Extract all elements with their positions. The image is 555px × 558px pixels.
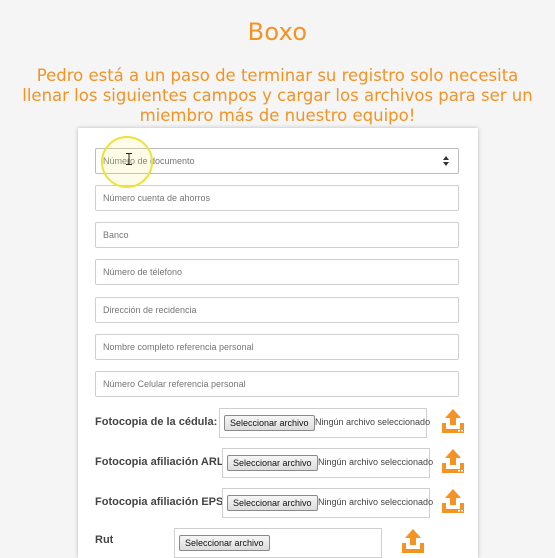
address-field[interactable]: Dirección de recidencia xyxy=(95,297,459,323)
reference-name-placeholder: Nombre completo referencia personal xyxy=(103,342,254,352)
upload-label-eps: Fotocopia afiliación EPS: xyxy=(95,496,228,508)
upload-icon[interactable] xyxy=(440,408,466,434)
file-input-rut[interactable]: Seleccionar archivo xyxy=(174,528,382,558)
select-arrows-icon xyxy=(443,156,449,166)
upload-row-eps: Fotocopia afiliación EPS: Seleccionar ar… xyxy=(95,488,465,518)
file-status-arl: Ningún archivo seleccionado xyxy=(318,457,434,467)
page-subtitle: Pedro está a un paso de terminar su regi… xyxy=(22,66,533,125)
reference-name-field[interactable]: Nombre completo referencia personal xyxy=(95,334,459,360)
select-file-button-arl[interactable]: Seleccionar archivo xyxy=(227,455,318,471)
upload-label-arl: Fotocopia afiliación ARL: xyxy=(95,456,228,468)
upload-icon[interactable] xyxy=(440,488,466,514)
savings-account-placeholder: Número cuenta de ahorros xyxy=(103,193,211,203)
phone-field[interactable]: Número de télefono xyxy=(95,259,459,285)
file-input-cedula[interactable]: Seleccionar archivo Ningún archivo selec… xyxy=(219,408,431,438)
select-file-button-cedula[interactable]: Seleccionar archivo xyxy=(224,415,315,431)
upload-row-rut: Rut Seleccionar archivo xyxy=(95,528,465,558)
upload-label-cedula: Fotocopia de la cédula: xyxy=(95,416,218,428)
savings-account-field[interactable]: Número cuenta de ahorros xyxy=(95,185,459,211)
page-title: Boxo xyxy=(247,18,308,46)
phone-placeholder: Número de télefono xyxy=(103,267,183,277)
reference-phone-placeholder: Número Celular referencia personal xyxy=(103,379,246,389)
upload-row-cedula: Fotocopia de la cédula: Seleccionar arch… xyxy=(95,408,465,438)
bank-field[interactable]: Banco xyxy=(95,222,459,248)
reference-phone-field[interactable]: Número Celular referencia personal xyxy=(95,371,459,397)
file-status-cedula: Ningún archivo seleccionado xyxy=(315,417,431,427)
select-file-button-rut[interactable]: Seleccionar archivo xyxy=(179,535,270,551)
upload-icon[interactable] xyxy=(400,528,426,554)
bank-placeholder: Banco xyxy=(103,230,129,240)
upload-row-arl: Fotocopia afiliación ARL: Seleccionar ar… xyxy=(95,448,465,478)
file-input-eps[interactable]: Seleccionar archivo Ningún archivo selec… xyxy=(222,488,434,518)
text-cursor-icon xyxy=(126,153,132,165)
upload-icon[interactable] xyxy=(440,448,466,474)
file-status-eps: Ningún archivo seleccionado xyxy=(318,497,434,507)
select-file-button-eps[interactable]: Seleccionar archivo xyxy=(227,495,318,511)
upload-label-rut: Rut xyxy=(95,534,114,546)
registration-form: Número de documento Número cuenta de aho… xyxy=(78,128,478,558)
address-placeholder: Dirección de recidencia xyxy=(103,305,197,315)
file-input-arl[interactable]: Seleccionar archivo Ningún archivo selec… xyxy=(222,448,434,478)
